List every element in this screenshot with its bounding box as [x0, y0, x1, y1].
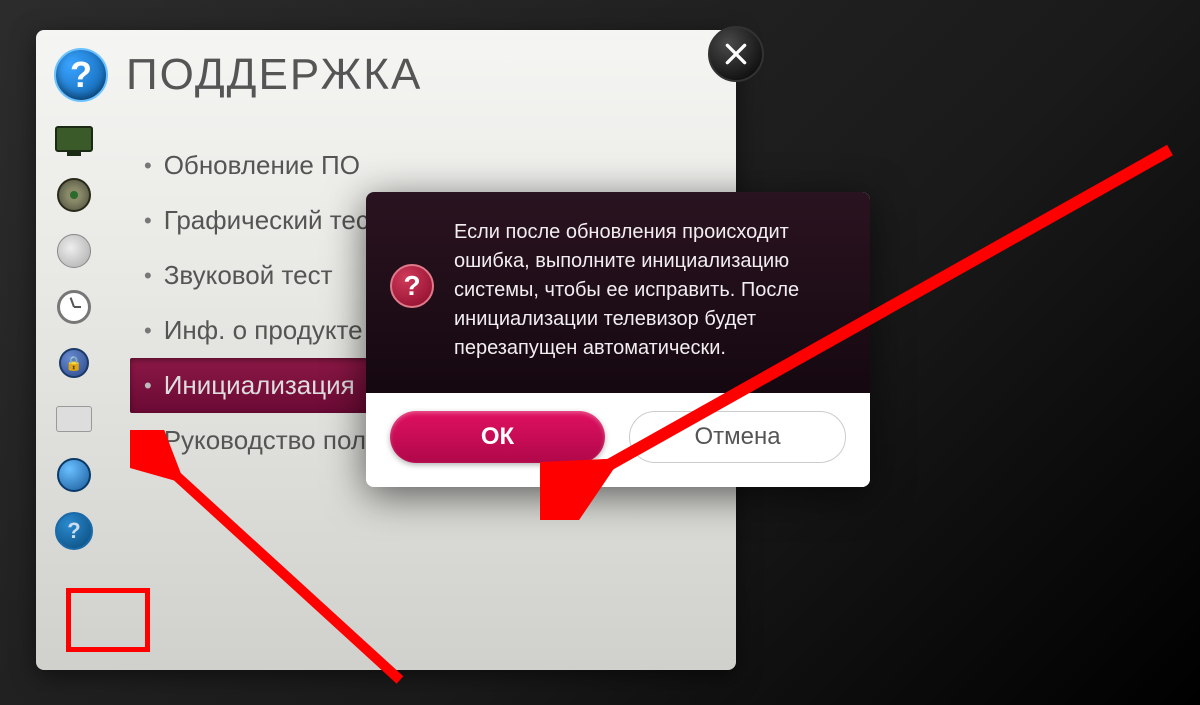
- sidebar-item-support[interactable]: ?: [50, 510, 98, 552]
- monitor-icon: [55, 126, 93, 152]
- dialog-message-area: ? Если после обновления происходит ошибк…: [366, 192, 870, 393]
- sidebar: 🔒 ?: [36, 110, 112, 660]
- bullet-icon: •: [144, 428, 152, 454]
- ok-button[interactable]: ОК: [390, 411, 605, 463]
- close-button[interactable]: [708, 26, 764, 82]
- menu-label: Графический тест: [164, 205, 381, 236]
- globe-icon: [57, 458, 91, 492]
- sidebar-item-network[interactable]: [50, 454, 98, 496]
- disc-icon: [57, 178, 91, 212]
- close-icon: [723, 41, 749, 67]
- cancel-button[interactable]: Отмена: [629, 411, 846, 463]
- bullet-icon: •: [144, 153, 152, 179]
- sidebar-item-channel[interactable]: [50, 230, 98, 272]
- page-title: ПОДДЕРЖКА: [126, 50, 422, 100]
- satellite-dish-icon: [57, 234, 91, 268]
- sidebar-item-picture[interactable]: [50, 118, 98, 160]
- menu-item-update[interactable]: • Обновление ПО: [130, 138, 724, 193]
- menu-label: Инф. о продукте: [164, 315, 363, 346]
- sidebar-item-option[interactable]: [50, 398, 98, 440]
- card-icon: [56, 406, 92, 432]
- menu-label: Звуковой тест: [164, 260, 333, 291]
- question-icon: ?: [390, 264, 434, 308]
- sidebar-item-lock[interactable]: 🔒: [50, 342, 98, 384]
- help-small-icon: ?: [55, 512, 93, 550]
- dialog-message: Если после обновления происходит ошибка,…: [454, 218, 840, 363]
- menu-label: Обновление ПО: [164, 150, 360, 181]
- dialog-buttons: ОК Отмена: [366, 393, 870, 487]
- clock-icon: [57, 290, 91, 324]
- lock-icon: 🔒: [59, 348, 89, 378]
- menu-label: Инициализация: [164, 370, 355, 401]
- sidebar-item-time[interactable]: [50, 286, 98, 328]
- bullet-icon: •: [144, 318, 152, 344]
- bullet-icon: •: [144, 373, 152, 399]
- bullet-icon: •: [144, 263, 152, 289]
- bullet-icon: •: [144, 208, 152, 234]
- sidebar-item-audio[interactable]: [50, 174, 98, 216]
- panel-header: ? ПОДДЕРЖКА: [36, 30, 736, 110]
- confirm-dialog: ? Если после обновления происходит ошибк…: [366, 192, 870, 487]
- help-icon: ?: [54, 48, 108, 102]
